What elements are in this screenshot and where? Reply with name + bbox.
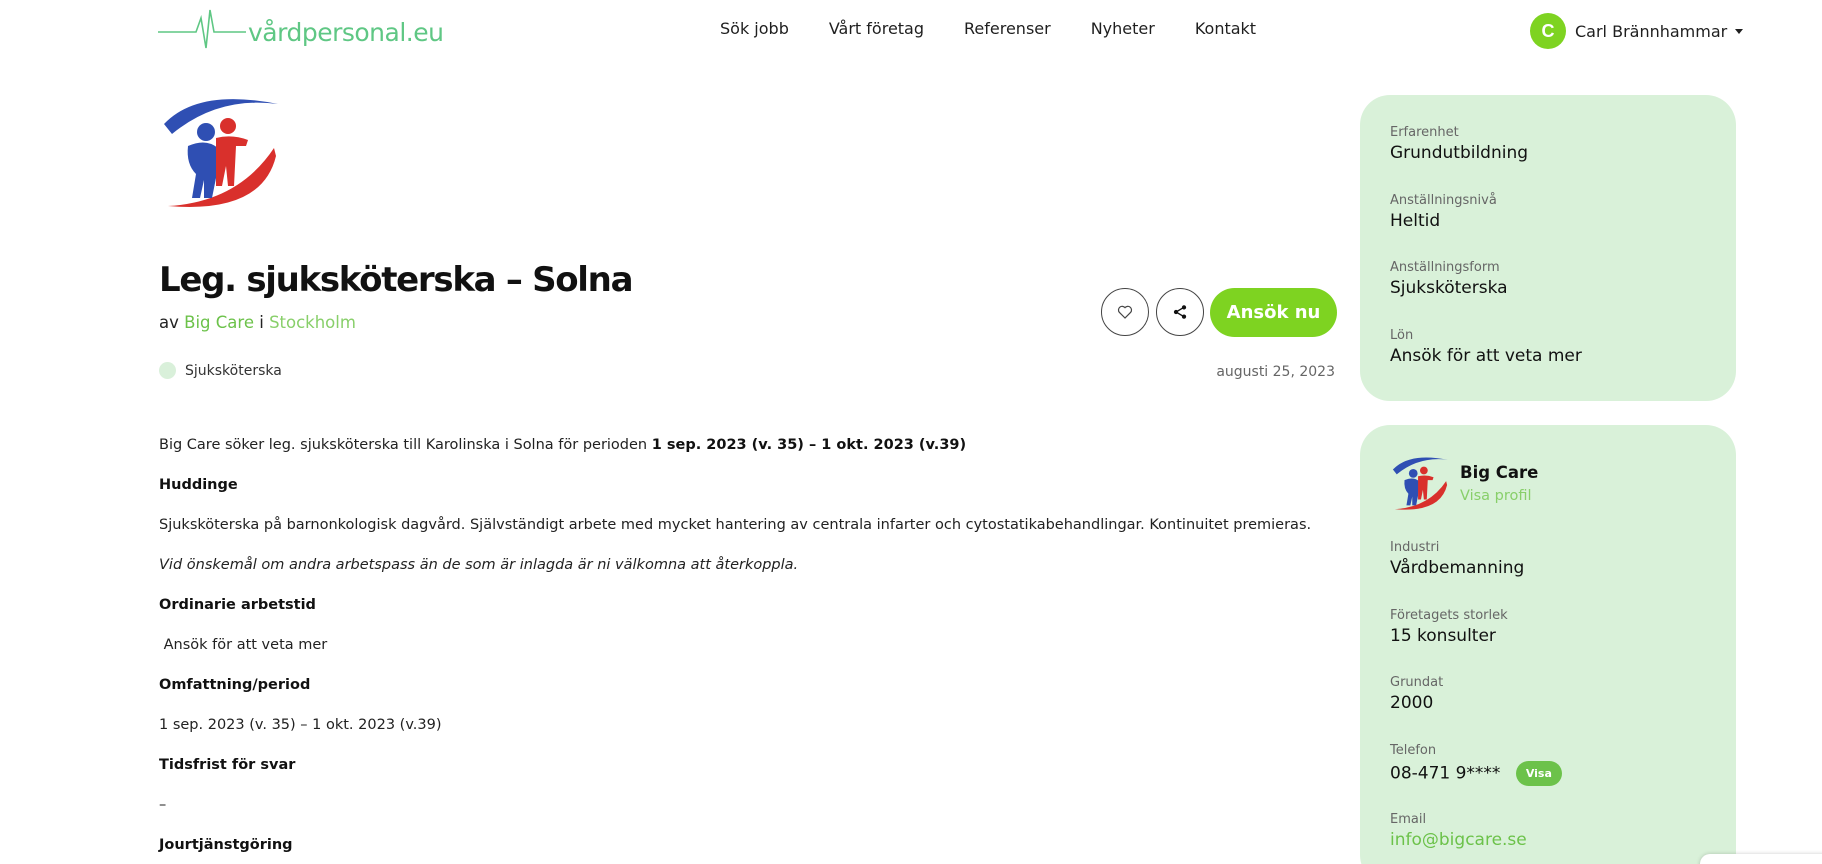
- apply-button[interactable]: Ansök nu: [1210, 288, 1337, 337]
- form-label: Anställningsform: [1390, 260, 1500, 275]
- field-erfarenhet: Erfarenhet Grundutbildning: [1390, 125, 1528, 163]
- niva-value: Heltid: [1390, 211, 1441, 231]
- company-logo-small: [1392, 457, 1449, 510]
- company-card: Big Care Visa profil Industri Vårdbemann…: [1360, 425, 1736, 864]
- heading-period: Omfattning/period: [159, 677, 311, 693]
- paragraph-huddinge: Sjuksköterska på barnonkologisk dagvård.…: [159, 517, 1312, 533]
- heading-huddinge: Huddinge: [159, 477, 238, 493]
- grundat-label: Grundat: [1390, 675, 1444, 690]
- heartbeat-logo-icon: [158, 9, 246, 49]
- nav-referenser[interactable]: Referenser: [964, 19, 1051, 38]
- company-logo: [158, 94, 282, 218]
- category-dot-icon: [159, 362, 176, 379]
- company-name: Big Care: [1460, 463, 1539, 482]
- paragraph-italic: Vid önskemål om andra arbetspass än de s…: [159, 557, 799, 573]
- paragraph-period: 1 sep. 2023 (v. 35) – 1 okt. 2023 (v.39): [159, 717, 442, 733]
- telefon-row: 08-471 9**** Visa: [1390, 761, 1562, 786]
- field-industri: Industri Vårdbemanning: [1390, 540, 1524, 578]
- erfarenhet-label: Erfarenhet: [1390, 125, 1459, 140]
- field-form: Anställningsform Sjuksköterska: [1390, 260, 1508, 298]
- favorite-button[interactable]: [1101, 288, 1149, 336]
- site-logo[interactable]: vårdpersonal.eu: [158, 8, 444, 56]
- category-tag: Sjuksköterska: [159, 362, 282, 379]
- company-header: Big Care Visa profil: [1390, 455, 1538, 515]
- field-storlek: Företagets storlek 15 konsulter: [1390, 608, 1508, 646]
- location-link[interactable]: Stockholm: [269, 313, 356, 332]
- telefon-value: 08-471 9****: [1390, 763, 1501, 784]
- nav-sok-jobb[interactable]: Sök jobb: [720, 19, 789, 38]
- nav-kontakt[interactable]: Kontakt: [1195, 19, 1256, 38]
- corner-widget[interactable]: [1700, 854, 1822, 864]
- intro-text: Big Care söker leg. sjuksköterska till K…: [159, 437, 652, 453]
- heart-icon: [1117, 305, 1133, 319]
- site-header: vårdpersonal.eu Sök jobb Vårt företag Re…: [0, 0, 1822, 62]
- field-telefon: Telefon 08-471 9**** Visa: [1390, 743, 1562, 786]
- job-description: Big Care söker leg. sjuksköterska till K…: [159, 436, 1329, 864]
- field-email: Email info@bigcare.se: [1390, 812, 1527, 850]
- storlek-label: Företagets storlek: [1390, 608, 1508, 623]
- form-value: Sjuksköterska: [1390, 278, 1508, 298]
- intro-period: 1 sep. 2023 (v. 35) – 1 okt. 2023 (v.39): [651, 437, 967, 453]
- chevron-down-icon: [1735, 28, 1744, 34]
- avatar: C: [1530, 13, 1566, 49]
- niva-label: Anställningsnivå: [1390, 193, 1497, 208]
- paragraph-frist: –: [159, 797, 167, 813]
- intro-paragraph: Big Care söker leg. sjuksköterska till K…: [159, 436, 1329, 476]
- email-link[interactable]: info@bigcare.se: [1390, 830, 1527, 850]
- industri-value: Vårdbemanning: [1390, 558, 1525, 578]
- field-lon: Lön Ansök för att veta mer: [1390, 328, 1582, 366]
- lon-label: Lön: [1390, 328, 1414, 343]
- field-niva: Anställningsnivå Heltid: [1390, 193, 1497, 231]
- main-nav: Sök jobb Vårt företag Referenser Nyheter…: [720, 19, 1296, 38]
- post-date: augusti 25, 2023: [1216, 364, 1335, 380]
- user-menu[interactable]: C Carl Brännhammar: [1530, 13, 1744, 49]
- job-title: Leg. sjuksköterska – Solna: [159, 260, 634, 300]
- in-word: i: [259, 313, 264, 332]
- company-link[interactable]: Big Care: [184, 313, 254, 332]
- by-prefix: av: [159, 313, 179, 332]
- erfarenhet-value: Grundutbildning: [1390, 143, 1529, 163]
- share-button[interactable]: [1156, 288, 1204, 336]
- heading-jour: Jourtjänstgöring: [159, 837, 293, 853]
- user-name: Carl Brännhammar: [1575, 21, 1728, 41]
- paragraph-arbetstid: Ansök för att veta mer: [159, 637, 328, 653]
- lon-value: Ansök för att veta mer: [1390, 346, 1582, 366]
- grundat-value: 2000: [1390, 693, 1434, 713]
- field-grundat: Grundat 2000: [1390, 675, 1443, 713]
- email-label: Email: [1390, 812, 1427, 827]
- storlek-value: 15 konsulter: [1390, 626, 1496, 646]
- share-icon: [1173, 305, 1187, 319]
- view-profile-link[interactable]: Visa profil: [1460, 488, 1538, 504]
- heading-arbetstid: Ordinarie arbetstid: [159, 597, 316, 613]
- logo-text: vårdpersonal.eu: [248, 17, 444, 47]
- nav-nyheter[interactable]: Nyheter: [1091, 19, 1155, 38]
- nav-vart-foretag[interactable]: Vårt företag: [829, 19, 924, 38]
- category-label: Sjuksköterska: [185, 362, 282, 379]
- job-byline: av Big Care i Stockholm: [159, 313, 356, 332]
- industri-label: Industri: [1390, 540, 1440, 555]
- heading-frist: Tidsfrist för svar: [159, 757, 296, 773]
- telefon-label: Telefon: [1390, 743, 1437, 758]
- job-details-card: Erfarenhet Grundutbildning Anställningsn…: [1360, 95, 1736, 401]
- show-phone-button[interactable]: Visa: [1515, 761, 1562, 786]
